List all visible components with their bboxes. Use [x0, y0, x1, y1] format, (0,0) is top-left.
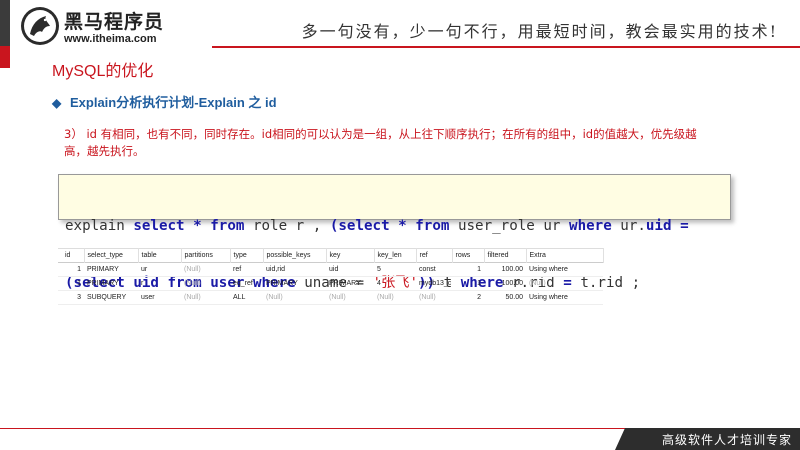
table-cell: PRIMARY: [87, 266, 119, 273]
table-cell: ref: [233, 266, 242, 273]
footer: 高级软件人才培训专家: [0, 428, 800, 450]
header-rule: [212, 46, 800, 48]
table-cell: (Null): [266, 294, 283, 301]
section-heading-text: Explain分析执行计划-Explain 之 id: [70, 95, 277, 110]
sql-code-block: explain select * from role r , (select *…: [58, 174, 731, 291]
header: 黑马程序员 www.itheima.com 多一句没有，少一句不行，用最短时间，…: [0, 0, 800, 68]
table-cell: r: [141, 280, 144, 287]
code-keyword: select: [133, 218, 185, 234]
code-text: role r ,: [244, 218, 330, 234]
table-cell: SUBQUERY: [87, 294, 127, 301]
table-cell: ur: [141, 266, 148, 273]
table-cell: ALL: [233, 294, 246, 301]
diamond-bullet-icon: ◆: [52, 96, 62, 110]
table-cell: 5: [377, 266, 381, 273]
logo-name: 黑马程序员: [64, 11, 165, 33]
code-text: ur.: [611, 218, 646, 234]
table-row[interactable]: 1 PRIMARY r (Null) eq_ref PRIMARY PRIMARY 4 mydb…: [58, 277, 603, 291]
footer-wedge: [615, 428, 625, 450]
table-cell: 1: [477, 280, 481, 287]
column-header-table[interactable]: table: [138, 248, 182, 263]
table-cell: (Null): [329, 294, 346, 301]
table-body: 1 PRIMARY ur (Null) ref uid,rid uid 5 const 1 100.…: [58, 263, 603, 305]
table-cell: 1: [77, 280, 81, 287]
table-cell: 100.00: [501, 266, 523, 273]
table-cell: 4: [377, 280, 381, 287]
section-heading: ◆ Explain分析执行计划-Explain 之 id: [52, 92, 277, 111]
left-accent-dark: [0, 0, 10, 46]
footer-tagline: 高级软件人才培训专家: [661, 433, 792, 447]
table-row[interactable]: 3 SUBQUERY user (Null) ALL (Null) (Null) (Null)…: [58, 291, 603, 305]
table-cell: 50.00: [505, 294, 523, 301]
column-header-rows[interactable]: rows: [452, 248, 485, 263]
column-header-extra[interactable]: Extra: [526, 248, 604, 263]
code-line-1: explain select * from role r , (select *…: [65, 217, 730, 236]
code-text: explain: [65, 218, 134, 234]
column-header-key[interactable]: key: [326, 248, 375, 263]
table-cell: (Null): [377, 294, 394, 301]
code-keyword: from: [415, 218, 450, 234]
table-cell: Using where: [529, 266, 568, 273]
code-text: user_role ur: [449, 218, 570, 234]
slogan: 多一句没有，少一句不行，用最短时间，教会最实用的技术!: [301, 22, 778, 41]
column-header-key-len[interactable]: key_len: [374, 248, 417, 263]
code-keyword: *: [193, 218, 202, 234]
table-cell: eq_ref: [233, 280, 253, 287]
table-cell: (Null): [184, 294, 201, 301]
table-cell: uid: [329, 266, 339, 273]
table-cell: 1: [477, 266, 481, 273]
explain-result-table: id select_type table partitions type possible…: [58, 248, 604, 305]
table-header-row: id select_type table partitions type possible…: [58, 248, 604, 263]
table-cell: PRIMARY: [266, 280, 298, 287]
table-cell: 100.00: [501, 280, 523, 287]
table-cell: (Null): [529, 280, 546, 287]
table-cell: PRIMARY: [87, 280, 119, 287]
code-keyword: where: [569, 218, 612, 234]
code-keyword: (select: [329, 218, 390, 234]
table-row[interactable]: 1 PRIMARY ur (Null) ref uid,rid uid 5 const 1 100.…: [58, 263, 603, 277]
left-accent-red: [0, 46, 10, 68]
horse-logo-icon: [21, 7, 59, 45]
table-cell: PRIMARY: [329, 280, 361, 287]
column-header-ref[interactable]: ref: [416, 248, 453, 263]
table-cell: (Null): [184, 266, 201, 273]
column-header-id[interactable]: id: [62, 248, 85, 263]
table-cell: (Null): [184, 280, 201, 287]
code-keyword: from: [210, 218, 245, 234]
table-cell: 1: [77, 266, 81, 273]
page-title: MySQL的优化: [52, 63, 154, 80]
table-cell: 2: [477, 294, 481, 301]
column-header-partitions[interactable]: partitions: [181, 248, 231, 263]
table-cell: 3: [77, 294, 81, 301]
column-header-type[interactable]: type: [230, 248, 264, 263]
explanation-paragraph: 3） id 有相同，也有不同，同时存在。id相同的可以认为是一组，从上往下顺序执…: [64, 127, 697, 158]
column-header-possible-keys[interactable]: possible_keys: [263, 248, 327, 263]
table-cell: const: [419, 266, 436, 273]
table-cell: uid,rid: [266, 266, 286, 273]
column-header-select-type[interactable]: select_type: [84, 248, 139, 263]
column-header-filtered[interactable]: filtered: [484, 248, 527, 263]
footer-line: [0, 428, 630, 429]
logo: 黑马程序员 www.itheima.com: [20, 6, 200, 50]
table-cell: (Null): [419, 294, 436, 301]
table-cell: user: [141, 294, 155, 301]
logo-url: www.itheima.com: [64, 33, 157, 45]
code-keyword: *: [398, 218, 407, 234]
code-keyword: uid =: [645, 218, 689, 234]
table-cell: mydb13_c: [419, 280, 452, 287]
table-cell: Using where: [529, 294, 568, 301]
